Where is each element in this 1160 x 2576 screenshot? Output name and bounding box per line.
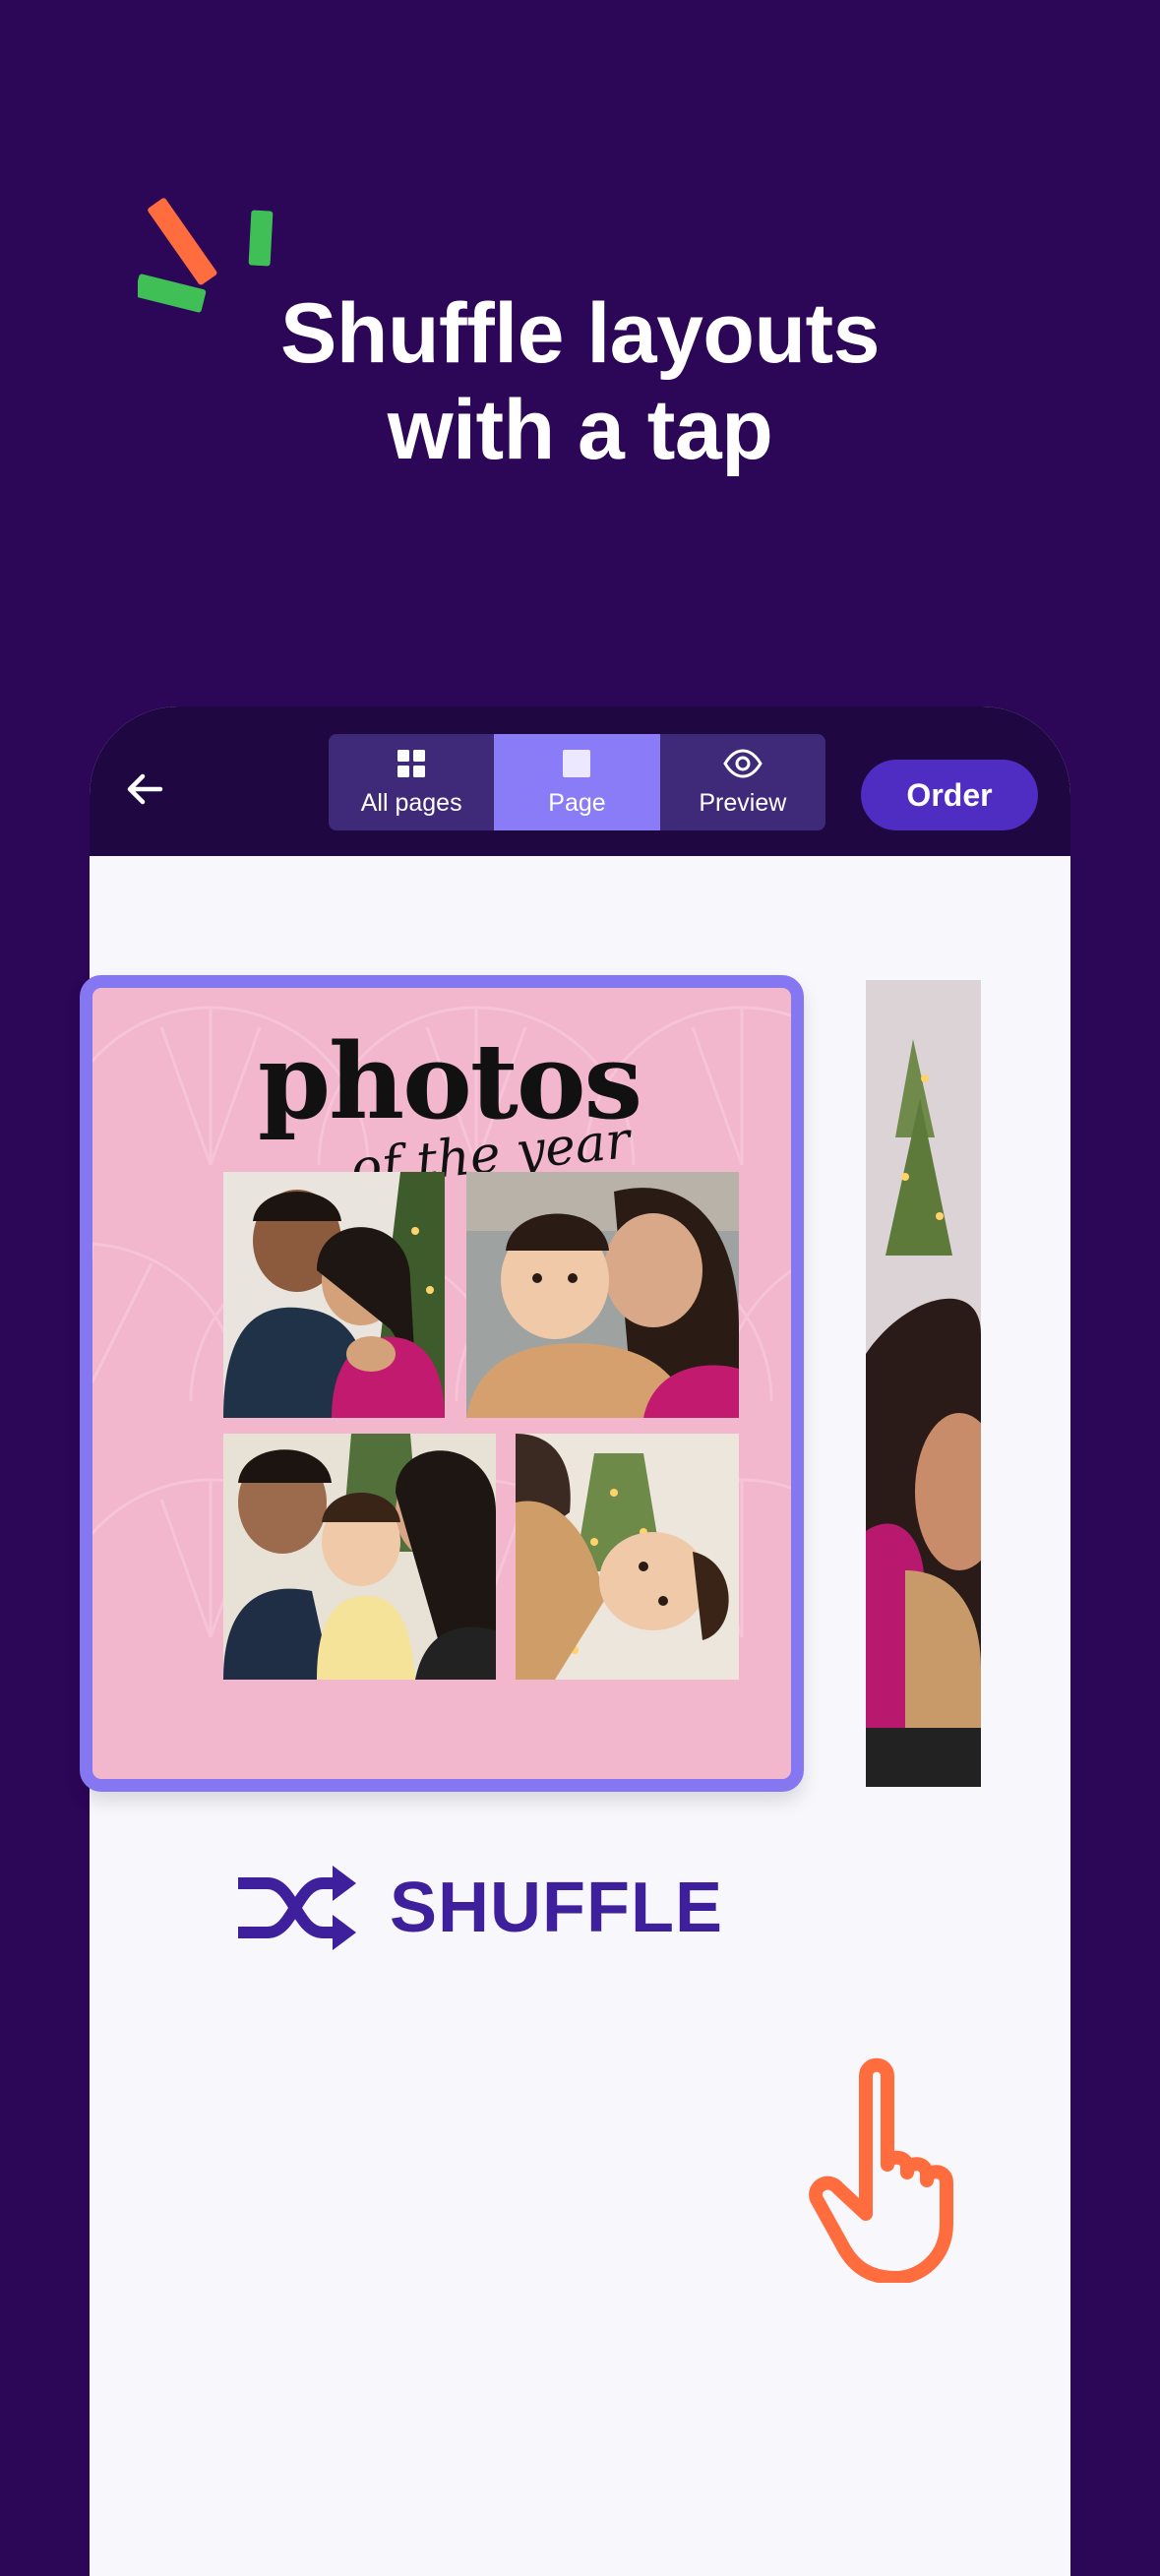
- next-page-preview[interactable]: [866, 980, 981, 1787]
- shuffle-button[interactable]: SHUFFLE: [234, 1864, 723, 1952]
- tab-page[interactable]: Page: [494, 734, 660, 830]
- tab-preview[interactable]: Preview: [660, 734, 825, 830]
- headline: Shuffle layouts with a tap: [0, 285, 1160, 478]
- photo-slot-4[interactable]: [516, 1434, 739, 1680]
- photo-slot-1[interactable]: [223, 1172, 445, 1418]
- shuffle-icon: [238, 1866, 356, 1950]
- tap-hand-icon: [809, 2057, 953, 2283]
- editor-toolbar: All pages Page Preview Order: [90, 706, 1070, 856]
- tab-preview-label: Preview: [699, 788, 787, 817]
- headline-line-1: Shuffle layouts: [280, 286, 880, 381]
- photo-slot-2[interactable]: [466, 1172, 739, 1418]
- photo-slot-3[interactable]: [223, 1434, 496, 1680]
- order-button[interactable]: Order: [861, 760, 1038, 830]
- baby-playing-photo: [516, 1434, 739, 1680]
- view-tabs: All pages Page Preview: [329, 734, 825, 830]
- layout-page[interactable]: photos of the year: [80, 975, 804, 1792]
- square-icon: [563, 749, 591, 777]
- back-button[interactable]: [117, 762, 172, 817]
- grid-icon: [397, 749, 426, 777]
- tab-page-label: Page: [548, 788, 606, 817]
- next-page-photo: [866, 980, 981, 1787]
- mother-baby-photo: [466, 1172, 739, 1418]
- couple-photo: [223, 1172, 445, 1418]
- eye-icon: [723, 748, 763, 778]
- tab-all-pages[interactable]: All pages: [329, 734, 494, 830]
- headline-line-2: with a tap: [387, 383, 773, 477]
- shuffle-label: SHUFFLE: [390, 1869, 723, 1947]
- tab-all-pages-label: All pages: [360, 788, 462, 817]
- family-photo: [223, 1434, 496, 1680]
- arrow-left-icon: [127, 773, 163, 805]
